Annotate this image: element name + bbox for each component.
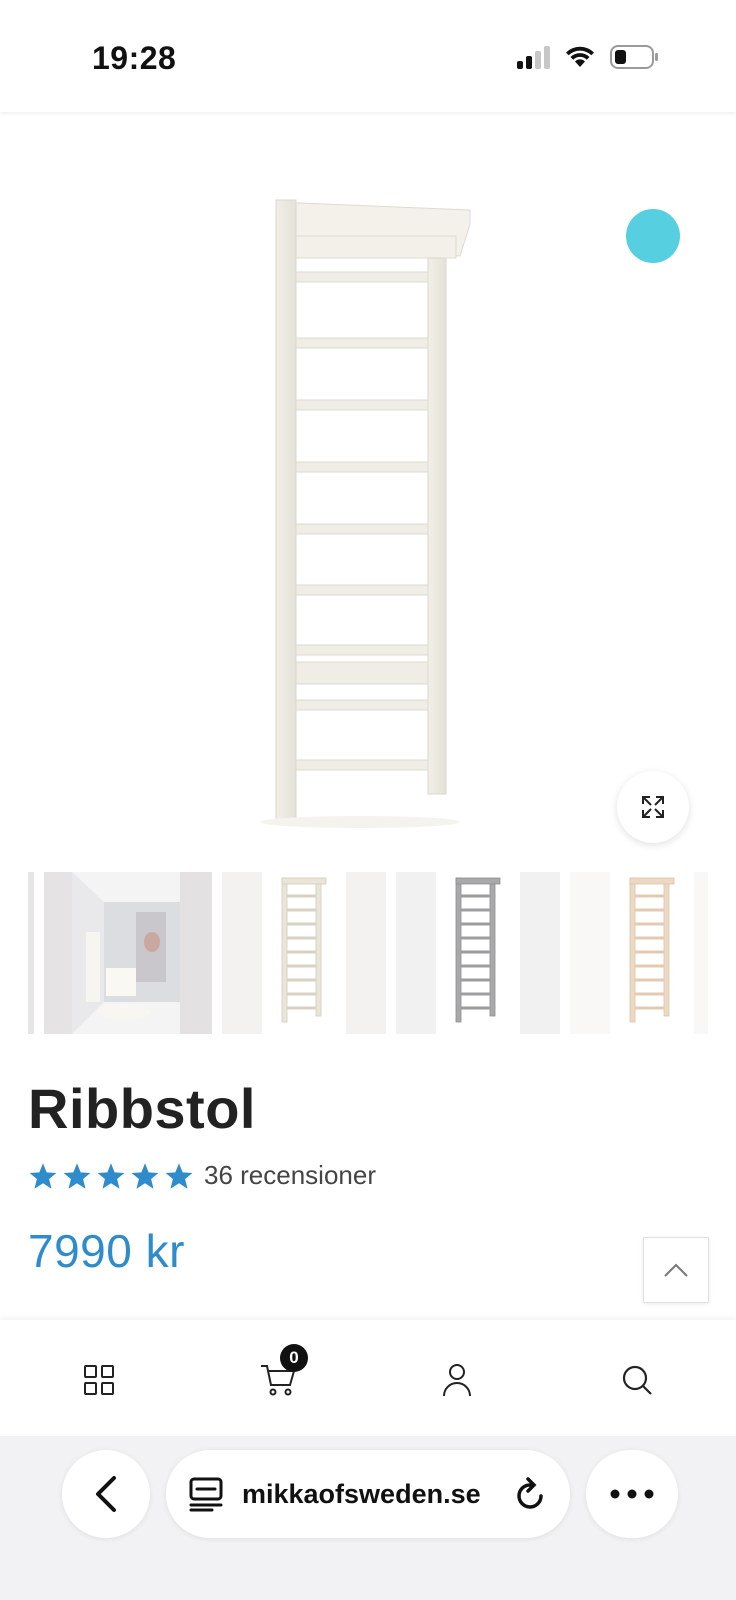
- star-icon: [29, 1162, 57, 1189]
- natural-ladder-image: [570, 872, 708, 1034]
- grid-icon: [84, 1365, 114, 1395]
- product-price: 7990 kr: [28, 1225, 185, 1277]
- white-ladder-image: [222, 872, 386, 1034]
- thumbnail-partial[interactable]: [28, 872, 34, 1034]
- color-swatch[interactable]: [626, 209, 680, 263]
- battery-icon: [610, 45, 658, 69]
- review-count[interactable]: 36 recensioner: [204, 1160, 376, 1191]
- star-icon: [165, 1162, 193, 1189]
- expand-icon: [642, 796, 664, 818]
- tab-categories[interactable]: [69, 1350, 129, 1410]
- browser-more-button[interactable]: [586, 1450, 678, 1538]
- status-icons: [517, 44, 660, 70]
- star-icon: [97, 1162, 125, 1189]
- star-icon: [63, 1162, 91, 1189]
- search-icon: [622, 1365, 652, 1395]
- chevron-left-icon: [96, 1476, 116, 1512]
- account-icon: [443, 1364, 471, 1397]
- thumbnail-room-photo[interactable]: [44, 872, 212, 1034]
- cellular-signal-icon: [517, 45, 550, 69]
- thumbnail-wall-bars-natural[interactable]: [570, 872, 708, 1034]
- url-text[interactable]: mikkaofsweden.se: [242, 1479, 514, 1510]
- room-photo-image: [44, 872, 212, 1034]
- thumbnail-strip: [28, 872, 708, 1034]
- wifi-icon: [566, 46, 594, 67]
- thumbnail-wall-bars-white[interactable]: [222, 872, 386, 1034]
- browser-back-button[interactable]: [62, 1450, 150, 1538]
- browser-toolbar: mikkaofsweden.se: [0, 1436, 736, 1600]
- zoom-button[interactable]: [617, 771, 689, 843]
- product-title: Ribbstol: [28, 1077, 256, 1140]
- star-icon: [131, 1162, 159, 1189]
- more-dots-icon: [610, 1489, 654, 1499]
- tab-cart[interactable]: 0: [248, 1344, 308, 1410]
- reload-icon[interactable]: [514, 1476, 548, 1512]
- thumbnail-wall-bars-grey[interactable]: [396, 872, 560, 1034]
- status-time: 19:28: [92, 40, 177, 76]
- product-rating[interactable]: 36 recensioner: [28, 1160, 376, 1191]
- rating-stars: [28, 1162, 194, 1190]
- back-to-top-button[interactable]: [643, 1237, 709, 1303]
- bottom-tab-bar: 0: [0, 1320, 736, 1436]
- tab-search[interactable]: [607, 1350, 667, 1410]
- status-bar: 19:28: [0, 0, 736, 112]
- address-bar[interactable]: mikkaofsweden.se: [166, 1450, 570, 1538]
- cart-badge: 0: [280, 1344, 308, 1372]
- reader-icon[interactable]: [188, 1476, 224, 1512]
- grey-ladder-image: [396, 872, 560, 1034]
- chevron-up-icon: [664, 1263, 688, 1277]
- product-main-image[interactable]: [0, 124, 736, 844]
- tab-account[interactable]: [427, 1350, 487, 1410]
